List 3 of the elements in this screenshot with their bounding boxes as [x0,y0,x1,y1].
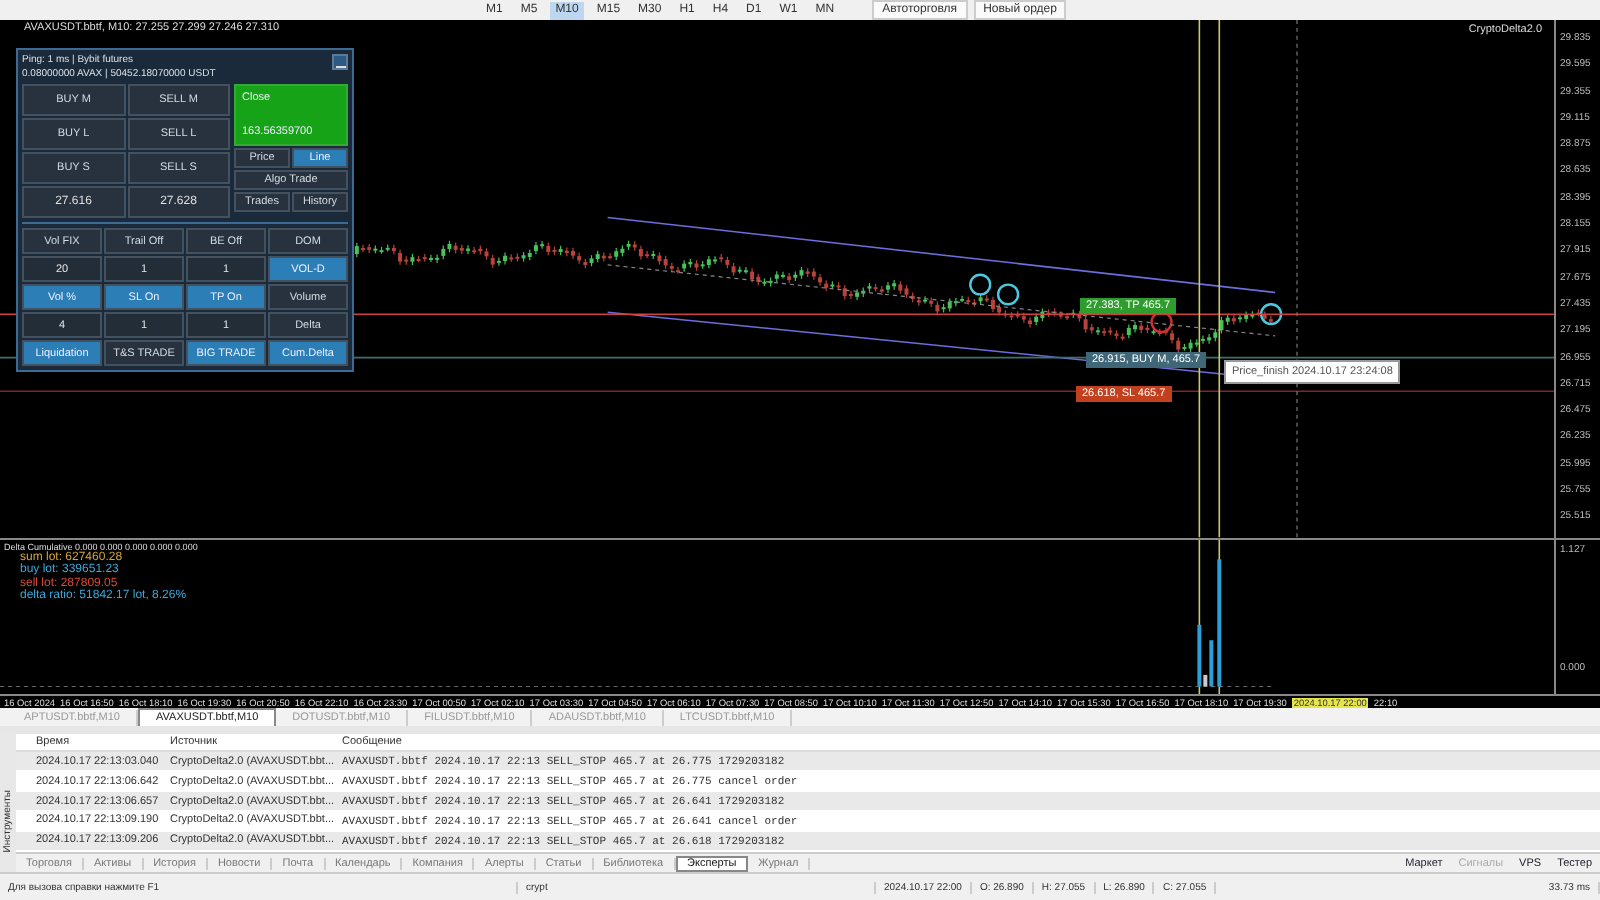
minimize-button[interactable] [332,54,348,70]
minus-icon [335,62,345,68]
delta-histogram-drawing [1197,558,1222,686]
